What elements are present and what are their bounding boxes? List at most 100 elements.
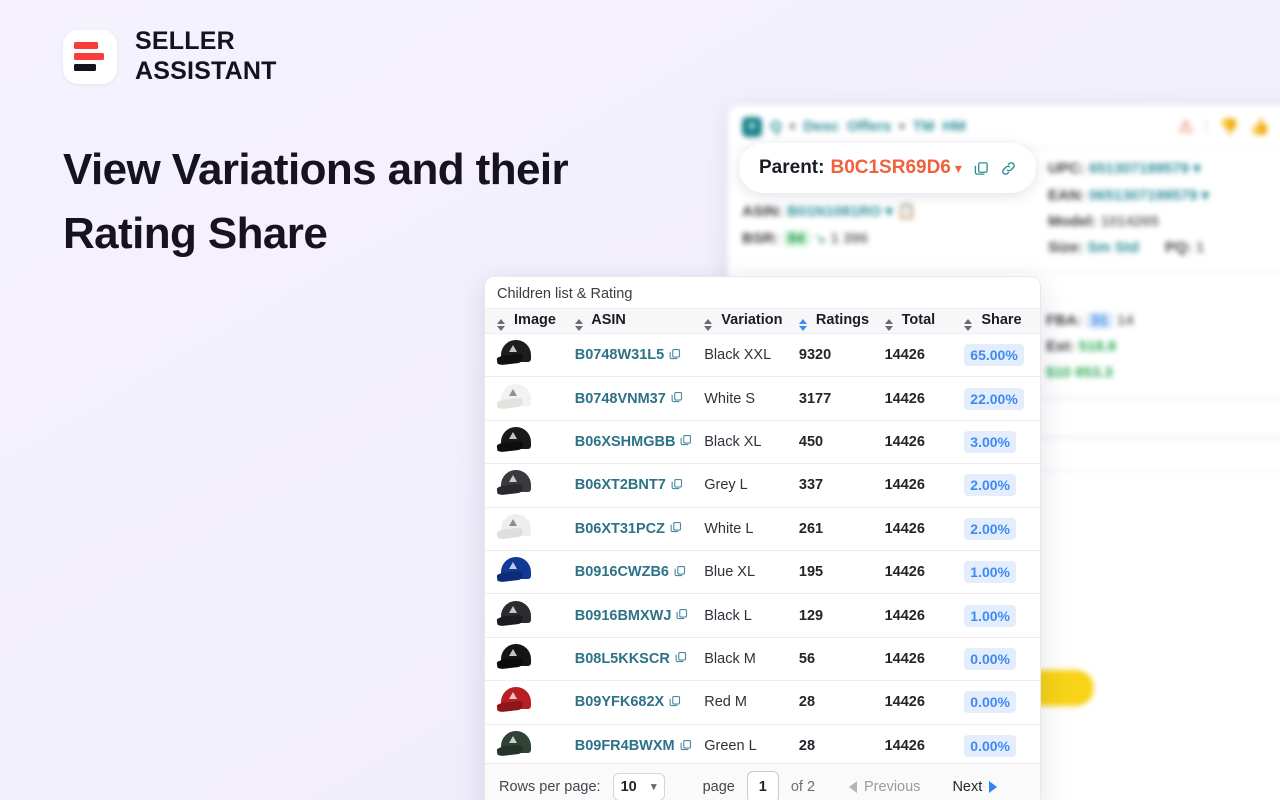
row-variation-cell: Red M <box>704 694 747 711</box>
asin-link[interactable]: B09YFK682X <box>575 694 681 710</box>
sort-icon-image[interactable] <box>497 319 505 331</box>
table-row: B09FR4BWXM Green L 28 14426 0.00% <box>485 725 1040 763</box>
pq-label: PQ: <box>1165 239 1192 256</box>
pq-value: 1 <box>1195 239 1205 256</box>
thumbs-up-icon: 👍 <box>1250 118 1271 136</box>
trend-down-icon: ↘ <box>813 230 827 247</box>
children-list-card: Children list & Rating Image ASIN Variat… <box>484 276 1041 800</box>
asin-link[interactable]: B09FR4BWXM <box>575 738 692 754</box>
row-share-cell: 1.00% <box>964 604 1040 627</box>
asin-link[interactable]: B08L5KKSCR <box>575 651 687 667</box>
copy-icon[interactable] <box>680 739 692 754</box>
copy-icon[interactable] <box>974 161 989 176</box>
row-total-cell: 14426 <box>884 347 925 364</box>
rows-per-page-select[interactable]: 10 ▾ <box>612 772 665 800</box>
row-share-cell: 0.00% <box>964 735 1040 758</box>
copy-icon[interactable] <box>669 695 681 710</box>
link-icon[interactable] <box>1001 161 1016 176</box>
column-header-image-label: Image <box>514 311 556 328</box>
next-page-button[interactable]: Next <box>952 779 998 795</box>
chevron-down-icon[interactable]: ▾ <box>955 160 962 177</box>
column-header-ratings[interactable]: Ratings <box>798 312 885 331</box>
asin-link[interactable]: B0748W31L5 <box>575 347 681 363</box>
model-value: 1014265 <box>1100 213 1159 230</box>
sort-icon-total[interactable] <box>884 319 893 331</box>
table-row: B09YFK682X Red M 28 14426 0.00% <box>485 681 1040 725</box>
row-ratings-cell: 195 <box>798 564 824 581</box>
page-number-input[interactable]: 1 <box>746 770 779 800</box>
product-thumbnail <box>496 470 541 500</box>
asin-text: B06XT2BNT7 <box>574 477 666 494</box>
brand-name: SELLER ASSISTANT <box>135 27 277 86</box>
row-ratings-cell: 3177 <box>798 390 832 407</box>
row-variation-cell: White L <box>704 520 754 537</box>
pagination-footer: Rows per page: 10 ▾ page 1 of 2 Previous… <box>485 763 1040 800</box>
product-thumbnail <box>496 557 541 587</box>
fba-line: FBA: 31 14 <box>1046 312 1280 329</box>
upc-value: 651307199579 <box>1088 160 1189 177</box>
row-image-cell <box>485 513 575 544</box>
rows-per-page-value: 10 <box>620 778 637 795</box>
row-variation-cell: Black XXL <box>704 347 772 364</box>
asin-link[interactable]: B06XSHMGBB <box>575 434 693 450</box>
asin-text: B06XSHMGBB <box>574 433 676 450</box>
row-total-cell: 14426 <box>884 477 925 494</box>
sort-icon-variation[interactable] <box>704 319 713 331</box>
row-asin-cell: B06XT2BNT7 <box>575 477 705 493</box>
column-header-share[interactable]: Share <box>964 312 1040 331</box>
sort-icon-asin[interactable] <box>574 319 583 331</box>
copy-icon[interactable] <box>671 478 683 493</box>
model-label: Model: <box>1048 213 1097 230</box>
fba-value: 31 <box>1086 312 1113 329</box>
copy-icon[interactable] <box>670 521 682 536</box>
previous-page-button[interactable]: Previous <box>849 779 920 795</box>
copy-icon[interactable] <box>671 391 683 406</box>
table-row: B06XSHMGBB Black XL 450 14426 3.00% <box>485 421 1040 465</box>
row-ratings-cell: 450 <box>798 433 824 450</box>
share-badge: 65.00% <box>964 344 1024 367</box>
copy-icon[interactable] <box>676 608 688 623</box>
extension-right-column: UPC: 651307199579 ▾ EAN: 0651307199579 ▾… <box>1042 159 1280 265</box>
table-row: B0748VNM37 White S 3177 14426 22.00% <box>485 377 1040 421</box>
copy-icon[interactable] <box>674 565 686 580</box>
upc-label: UPC: <box>1048 160 1085 177</box>
row-share-cell: 65.00% <box>964 344 1040 367</box>
copy-icon[interactable] <box>680 434 692 449</box>
column-header-variation[interactable]: Variation <box>704 312 799 331</box>
column-header-total[interactable]: Total <box>884 312 965 331</box>
logo-bar-red-2 <box>74 53 104 60</box>
row-ratings-cell: 337 <box>798 477 824 494</box>
row-total-cell: 14426 <box>884 564 925 581</box>
extension-logo-icon: ▼ <box>742 116 762 137</box>
row-variation-cell: Green L <box>704 738 757 755</box>
copy-icon[interactable] <box>669 348 681 363</box>
asin-link[interactable]: B06XT31PCZ <box>575 521 682 537</box>
status-icon-row: ⚠ | 👎 👍 🔒 🔓 <box>1178 117 1280 137</box>
asin-link[interactable]: B06XT2BNT7 <box>575 477 683 493</box>
logo-bar-red-1 <box>74 42 98 49</box>
sort-icon-ratings[interactable] <box>798 319 807 331</box>
column-header-image[interactable]: Image <box>485 312 575 331</box>
parent-asin-value[interactable]: B0C1SR69D6 <box>830 157 950 179</box>
column-header-asin[interactable]: ASIN <box>574 311 705 331</box>
row-total-cell: 14426 <box>884 650 925 667</box>
row-ratings-cell: 28 <box>798 738 816 755</box>
share-badge: 1.00% <box>964 561 1016 584</box>
table-row: B0748W31L5 Black XXL 9320 14426 65.00% <box>485 334 1040 378</box>
row-share-cell: 0.00% <box>964 647 1040 670</box>
warning-icon: ⚠ <box>1178 116 1194 136</box>
share-badge: 1.00% <box>964 604 1016 627</box>
copy-icon[interactable] <box>675 651 687 666</box>
column-header-asin-label: ASIN <box>591 311 626 328</box>
row-variation-cell: Black M <box>704 650 756 667</box>
asin-link[interactable]: B0916BMXWJ <box>575 608 689 624</box>
asin-text: B09FR4BWXM <box>574 738 675 755</box>
product-thumbnail <box>496 513 541 544</box>
chevron-down-icon: ▾ <box>1201 187 1209 204</box>
sort-icon-share[interactable] <box>964 319 973 331</box>
product-thumbnail <box>496 643 541 674</box>
asin-link[interactable]: B0916CWZB6 <box>575 564 686 580</box>
share-badge: 2.00% <box>964 474 1016 497</box>
row-variation-cell: Black XL <box>704 433 762 450</box>
asin-link[interactable]: B0748VNM37 <box>575 391 683 407</box>
